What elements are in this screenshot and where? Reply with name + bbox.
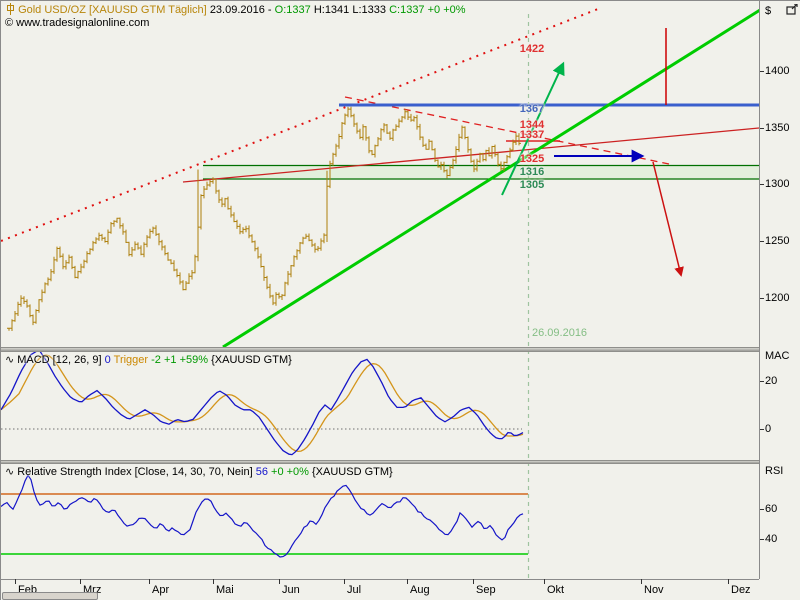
y-axis-tick: 1200 — [765, 291, 790, 304]
x-axis-line — [1, 579, 759, 580]
x-axis-month-label: Dez — [731, 584, 751, 596]
macd-value: 0 — [104, 354, 111, 366]
tick-mark — [473, 579, 474, 584]
tick-mark — [760, 509, 764, 510]
chart-canvas[interactable] — [1, 1, 760, 579]
y-axis-tick: 60 — [765, 503, 778, 515]
axis-divider — [759, 1, 760, 579]
website-label: © www.tradesignalonline.com — [5, 17, 150, 29]
y-axis-title: RSI — [765, 465, 784, 477]
x-axis-month-label: Jul — [347, 584, 362, 596]
low-value: L:1333 — [352, 4, 387, 16]
y-axis-tick: 0 — [765, 423, 772, 435]
panel-separator[interactable] — [1, 347, 759, 352]
tick-mark — [344, 579, 345, 584]
macd-change: +1 +59% — [163, 354, 209, 366]
tick-mark — [728, 579, 729, 584]
price-level-label: 1316 — [519, 166, 545, 178]
price-level-label: 1305 — [519, 179, 545, 191]
price-level-label: 1422 — [519, 43, 545, 55]
x-axis-month-label: Okt — [547, 584, 565, 596]
rsi-header[interactable]: ∿ Relative Strength Index [Close, 14, 30,… — [5, 465, 393, 478]
instrument-header: Gold USD/OZ [XAUUSD GTM Täglich] 23.09.2… — [6, 3, 466, 16]
panel-separator[interactable] — [1, 460, 759, 464]
tick-mark — [760, 71, 764, 72]
tick-mark — [213, 579, 214, 584]
y-axis-tick: 1250 — [765, 234, 790, 247]
tick-mark — [80, 579, 81, 584]
rsi-symbol: {XAUUSD GTM} — [312, 466, 393, 478]
wave-icon: ∿ — [5, 354, 15, 366]
tick-mark — [279, 579, 280, 584]
symbol-label: Gold USD/OZ [XAUUSD GTM — [18, 4, 166, 16]
y-axis-tick: 1350 — [765, 121, 790, 134]
upper-dotted-trendline — [1, 8, 599, 242]
tick-mark — [760, 297, 764, 299]
high-value: H:1341 — [313, 4, 350, 16]
x-axis-month-label: Sep — [476, 584, 496, 596]
tick-mark — [760, 184, 764, 186]
chart-window: Gold USD/OZ [XAUUSD GTM Täglich] 23.09.2… — [0, 0, 800, 600]
rsi-change: +0 +0% — [271, 466, 309, 478]
trigger-value: -2 — [151, 354, 161, 366]
macd-name: MACD [12, 26, 9] — [17, 354, 102, 366]
instrument-icon — [7, 3, 14, 15]
tick-mark — [760, 127, 764, 129]
x-axis-month-label: Aug — [410, 584, 430, 596]
x-axis-month-label: Apr — [152, 584, 170, 596]
wave-icon: ∿ — [5, 466, 15, 478]
price-level-label: 1337 — [519, 129, 545, 141]
macd-header[interactable]: ∿ MACD [12, 26, 9] 0 Trigger -2 +1 +59% {… — [5, 353, 292, 366]
y-axis-tick: 1400 — [765, 65, 790, 77]
rsi-name: Relative Strength Index [Close, 14, 30, … — [17, 466, 253, 478]
tick-mark — [760, 240, 764, 242]
tick-mark — [544, 579, 545, 584]
tick-mark — [15, 579, 16, 584]
y-axis-tick: 1300 — [765, 178, 790, 191]
tick-mark — [760, 429, 764, 430]
tick-mark — [760, 381, 764, 382]
date-label: 23.09.2016 - — [209, 4, 272, 16]
x-axis-month-label: Jun — [282, 584, 300, 596]
open-value: O:1337 — [274, 4, 311, 16]
trigger-label: Trigger — [113, 354, 149, 366]
y-axis-tick: 20 — [765, 375, 778, 387]
price-level-label: 1325 — [519, 153, 545, 165]
y-axis-tick: 40 — [765, 533, 778, 545]
tick-mark — [641, 579, 642, 584]
close-value: C:1337 +0 +0% — [389, 4, 466, 16]
tick-mark — [149, 579, 150, 584]
macd-symbol: {XAUUSD GTM} — [211, 354, 292, 366]
h-scrollbar-thumb[interactable] — [2, 592, 98, 600]
y-axis-title: $ — [765, 5, 772, 17]
y-axis-title: MAC — [765, 350, 790, 362]
x-axis-month-label: Mai — [216, 584, 234, 596]
tick-mark — [407, 579, 408, 584]
x-axis-month-label: Nov — [644, 584, 664, 596]
projection-date-label: 26.09.2016 — [532, 327, 588, 339]
tick-mark — [760, 539, 764, 540]
timeframe-label: Täglich] — [168, 4, 207, 16]
price-bars — [7, 106, 521, 331]
popout-icon[interactable] — [786, 4, 798, 15]
rsi-value: 56 — [255, 466, 268, 478]
price-level-label: 1367 — [519, 103, 545, 115]
